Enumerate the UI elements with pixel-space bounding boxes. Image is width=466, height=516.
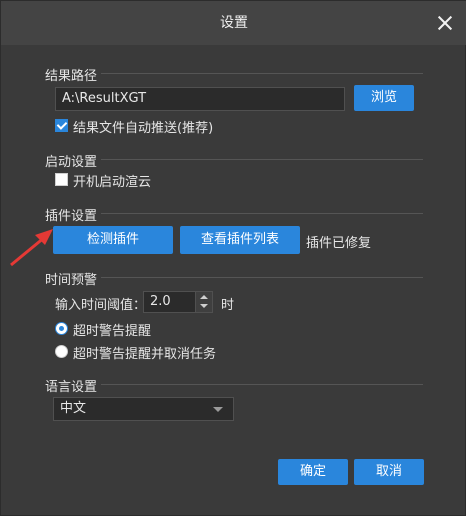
- language-divider: [101, 384, 423, 385]
- threshold-stepper[interactable]: 2.0: [143, 291, 213, 313]
- settings-dialog: 设置 结果路径 A:\ResultXGT 浏览 结果文件自动推送(推荐) 启动设…: [0, 0, 466, 516]
- chevron-down-icon: [213, 407, 223, 412]
- threshold-label: 输入时间阈值：: [55, 298, 147, 313]
- stepper-up-icon[interactable]: [200, 295, 208, 299]
- language-select[interactable]: 中文: [53, 397, 234, 421]
- annotation-arrow-icon: [10, 229, 53, 267]
- result-path-section-label: 结果路径: [45, 69, 98, 84]
- auto-push-label: 结果文件自动推送(推荐): [73, 121, 214, 136]
- stepper-down-icon[interactable]: [200, 304, 208, 308]
- auto-push-checkbox[interactable]: [55, 119, 68, 132]
- autostart-label: 开机启动渲云: [73, 175, 152, 190]
- browse-button[interactable]: 浏览: [354, 85, 414, 111]
- close-icon[interactable]: [433, 11, 457, 35]
- time-warning-divider: [101, 277, 423, 278]
- stepper-arrows: [195, 292, 212, 312]
- radio-warn-cancel[interactable]: [55, 345, 68, 358]
- detect-plugin-button[interactable]: 检测插件: [53, 226, 173, 254]
- threshold-value: 2.0: [150, 294, 171, 309]
- result-path-input[interactable]: A:\ResultXGT: [55, 87, 345, 111]
- dialog-title: 设置: [220, 15, 248, 31]
- plugin-divider: [101, 213, 423, 214]
- view-plugin-list-button[interactable]: 查看插件列表: [180, 226, 300, 254]
- cancel-button[interactable]: 取消: [354, 459, 424, 485]
- language-section-label: 语言设置: [45, 380, 98, 395]
- radio-warn-label: 超时警告提醒: [73, 324, 152, 339]
- plugin-section-label: 插件设置: [45, 209, 98, 224]
- result-path-divider: [101, 73, 423, 74]
- ok-button[interactable]: 确定: [278, 459, 348, 485]
- title-bar: 设置: [1, 1, 466, 45]
- threshold-unit: 时: [221, 298, 235, 313]
- autostart-checkbox[interactable]: [55, 173, 68, 186]
- startup-section-label: 启动设置: [45, 155, 98, 170]
- plugin-status-text: 插件已修复: [306, 236, 372, 251]
- radio-warn[interactable]: [55, 322, 68, 335]
- language-select-value: 中文: [60, 401, 87, 416]
- radio-warn-cancel-label: 超时警告提醒并取消任务: [73, 347, 217, 362]
- time-warning-section-label: 时间预警: [45, 273, 98, 288]
- startup-divider: [101, 159, 423, 160]
